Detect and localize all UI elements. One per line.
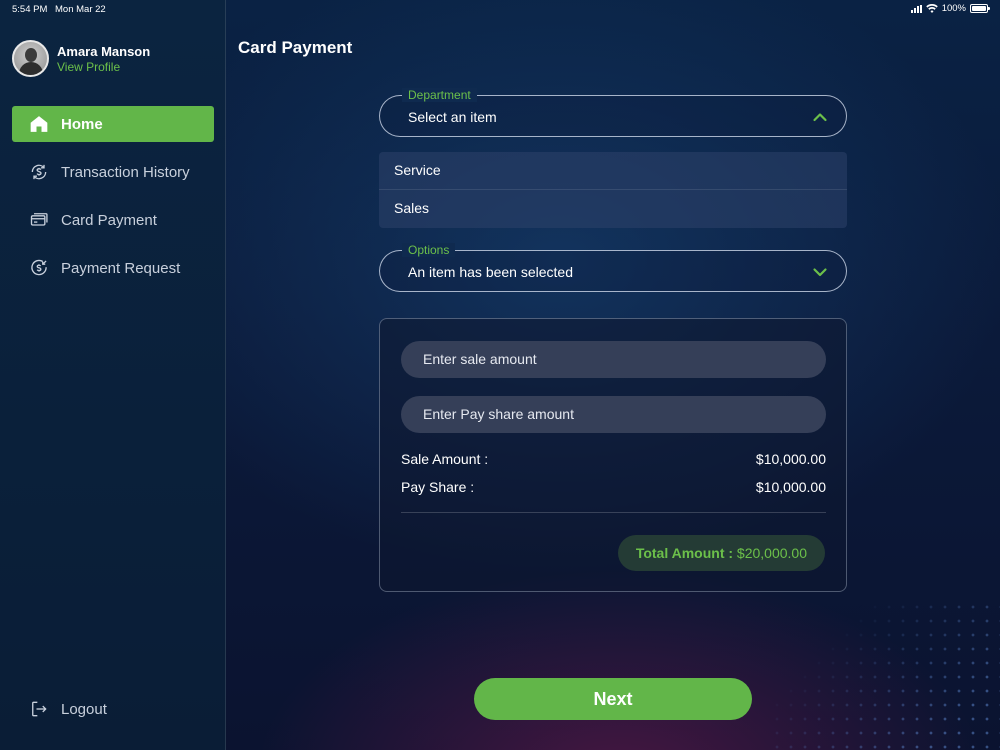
sidebar-item-label: Card Payment xyxy=(61,211,157,229)
pay-share-value: $10,000.00 xyxy=(755,479,826,495)
chevron-down-icon xyxy=(813,268,827,277)
sidebar-item-card-payment[interactable]: Card Payment xyxy=(12,202,214,238)
sidebar: Amara Manson View Profile Home Transacti… xyxy=(0,0,226,750)
card-icon xyxy=(30,213,48,226)
dropdown-option-sales[interactable]: Sales xyxy=(379,189,847,226)
profile-name: Amara Manson xyxy=(57,43,151,59)
total-amount-badge: Total Amount : $20,000.00 xyxy=(617,535,825,571)
battery-percent: 100% xyxy=(941,3,966,14)
sale-amount-input[interactable]: Enter sale amount xyxy=(401,341,826,378)
logout-button[interactable]: Logout xyxy=(12,691,107,727)
options-select[interactable]: Options An item has been selected xyxy=(379,243,847,292)
chevron-up-icon xyxy=(813,113,827,122)
total-amount-label: Total Amount : xyxy=(635,545,734,561)
pay-share-label: Pay Share : xyxy=(401,479,475,495)
sidebar-item-transaction-history[interactable]: Transaction History xyxy=(12,154,214,190)
sidebar-item-payment-request[interactable]: Payment Request xyxy=(12,250,214,286)
options-label: Options xyxy=(402,243,456,257)
next-button[interactable]: Next xyxy=(474,678,752,720)
sidebar-item-home[interactable]: Home xyxy=(12,106,214,142)
profile-section[interactable]: Amara Manson View Profile xyxy=(12,40,150,77)
sidebar-item-label: Payment Request xyxy=(61,259,181,277)
dropdown-option-service[interactable]: Service xyxy=(379,152,847,189)
sidebar-nav: Home Transaction History Card Payment Pa… xyxy=(12,106,214,298)
sale-amount-row: Sale Amount : $10,000.00 xyxy=(401,451,826,467)
home-icon xyxy=(30,116,48,132)
avatar[interactable] xyxy=(12,40,49,77)
divider xyxy=(401,512,826,513)
signal-icon xyxy=(910,4,922,13)
payment-request-icon xyxy=(31,259,47,276)
department-select[interactable]: Department Select an item xyxy=(379,88,847,137)
view-profile-link[interactable]: View Profile xyxy=(57,60,150,75)
pay-share-amount-input[interactable]: Enter Pay share amount xyxy=(401,396,826,433)
logout-icon xyxy=(32,701,47,717)
total-amount-value: $20,000.00 xyxy=(736,545,807,561)
department-label: Department xyxy=(402,88,477,102)
sale-amount-value: $10,000.00 xyxy=(755,451,826,467)
pay-share-row: Pay Share : $10,000.00 xyxy=(401,479,826,495)
status-indicators: 100% xyxy=(910,3,990,14)
department-value: Select an item xyxy=(408,109,497,125)
status-date: Mon Mar 22 xyxy=(55,4,106,15)
sidebar-item-label: Transaction History xyxy=(61,163,190,181)
amount-card: Enter sale amount Enter Pay share amount… xyxy=(379,318,847,592)
department-dropdown-list: Service Sales xyxy=(379,152,847,228)
page-title: Card Payment xyxy=(238,38,353,57)
sidebar-item-label: Home xyxy=(61,115,103,133)
status-bar: 5:54 PM Mon Mar 22 100% xyxy=(0,0,1000,20)
status-time: 5:54 PM xyxy=(12,4,48,15)
wifi-icon xyxy=(925,4,938,13)
transaction-history-icon xyxy=(31,164,47,180)
sale-amount-label: Sale Amount : xyxy=(401,451,489,467)
dot-pattern-decoration xyxy=(770,600,1000,750)
battery-icon xyxy=(970,4,990,13)
profile-text: Amara Manson View Profile xyxy=(57,43,150,75)
options-value: An item has been selected xyxy=(408,264,573,280)
logout-label: Logout xyxy=(61,700,107,718)
